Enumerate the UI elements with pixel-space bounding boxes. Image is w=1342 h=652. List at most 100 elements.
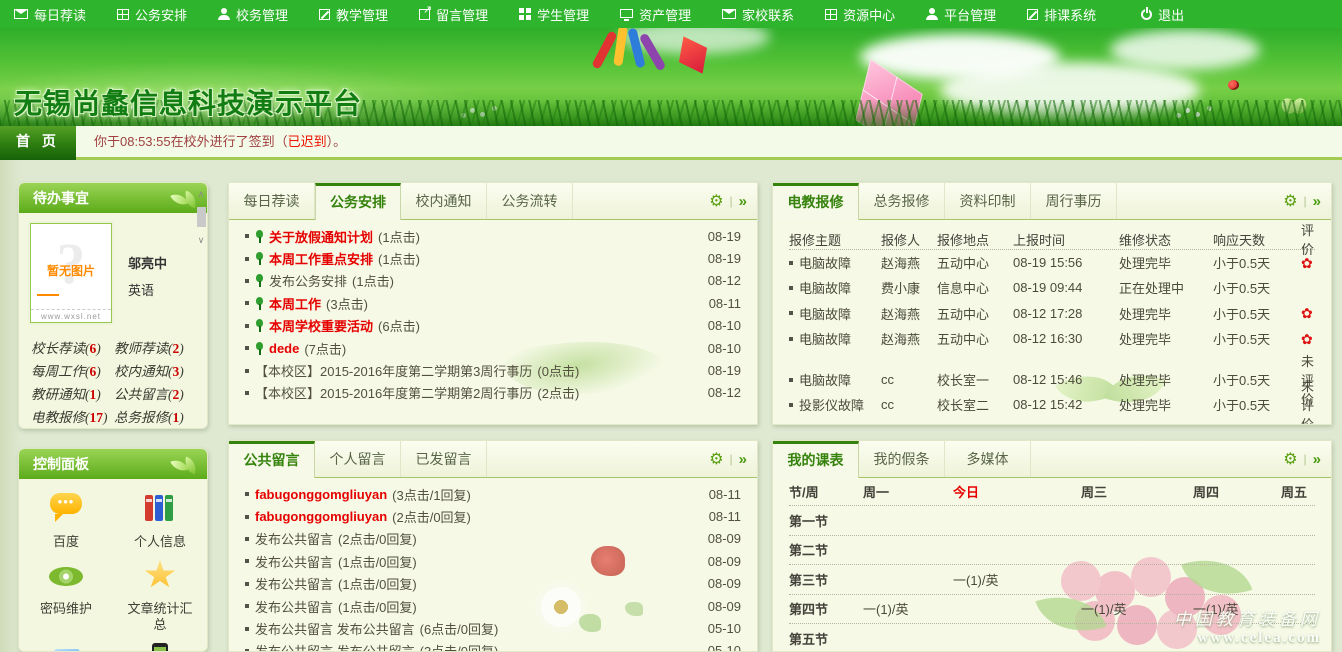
nav-item-user[interactable]: 校务管理 [218,5,288,24]
celea-watermark-name: 中国教育装备网 [1174,605,1321,630]
gear-icon[interactable]: ⚙ [709,191,723,211]
todo-link[interactable]: 教师荐读(2) [114,337,197,357]
bullet-icon [245,582,249,586]
list-item[interactable]: fabugonggomgliuyan(2点击/0回复)08-11 [245,505,741,527]
list-item[interactable]: 发布公共留言 发布公共留言(6点击/0回复)05-10 [245,617,741,639]
news-tab-1[interactable]: 公务安排 [315,183,401,220]
list-item[interactable]: 【本校区】2015-2016年度第二学期第2周行事历(2点击)08-12 [245,382,741,404]
nav-item-grid[interactable]: 资源中心 [825,5,895,24]
repair-row[interactable]: 电脑故障赵海燕五动中心08-12 17:28处理完毕小于0.5天✿ [789,301,1315,326]
gear-icon[interactable]: ⚙ [709,449,723,469]
scroll-up-icon[interactable]: ∧ [194,189,208,199]
more-icon[interactable]: » [1313,451,1319,468]
item-clicks: (2点击/0回复) [338,529,417,548]
repairs-tab-3[interactable]: 周行事历 [1031,183,1117,219]
repairs-tools: ⚙|» [1283,183,1331,219]
repairs-tab-1[interactable]: 总务报修 [859,183,945,219]
profile-info: 邬亮中 英语 [128,223,167,323]
repairs-tab-0[interactable]: 电教报修 [773,183,859,220]
list-item[interactable]: 发布公共留言(1点击/0回复)08-09 [245,550,741,572]
scrollbar-thumb[interactable] [197,207,206,227]
timetable-tab-2[interactable]: 多媒体 [945,441,1031,477]
tab-home[interactable]: 首 页 [0,126,76,160]
timetable-tab-0[interactable]: 我的课表 [773,441,859,478]
nav-item-share[interactable]: 留言管理 [419,5,488,24]
repair-row[interactable]: 电脑故障赵海燕五动中心08-12 16:30处理完毕小于0.5天✿ [789,326,1315,351]
list-item[interactable]: 本周工作重点安排(1点击)08-19 [245,247,741,269]
todo-link[interactable]: 总务报修(1) [114,406,197,426]
repair-place: 五动中心 [937,329,1013,348]
todo-link[interactable]: 校长荐读(6) [31,337,114,357]
nav-item-user[interactable]: 平台管理 [926,5,996,24]
todo-link[interactable]: 校内通知(3) [114,360,197,380]
control-item-star[interactable]: 文章统计汇总 [113,560,207,633]
nav-item-mail[interactable]: 家校联系 [722,5,794,24]
messages-tab-0[interactable]: 公共留言 [229,441,315,478]
blocks-icon [519,8,531,20]
repair-topic-text: 电脑故障 [799,278,851,297]
more-icon[interactable]: » [1313,193,1319,210]
control-item-disc[interactable]: 密码维护 [19,560,113,633]
list-item[interactable]: fabugonggomgliuyan(3点击/1回复)08-11 [245,483,741,505]
repair-row[interactable]: 电脑故障赵海燕五动中心08-19 15:56处理完毕小于0.5天✿ [789,250,1315,275]
list-item[interactable]: 发布公共留言 发布公共留言(3点击/0回复)05-10 [245,640,741,652]
repair-days: 小于0.5天 [1213,278,1301,297]
cloud-decoration [1110,30,1260,70]
grid-icon [825,9,837,20]
nav-item-edit[interactable]: 教学管理 [319,5,388,24]
timetable-row: 第一节 [789,506,1315,536]
todo-link[interactable]: 电教报修(17) [31,406,114,426]
list-item[interactable]: 发布公务安排(1点击)08-12 [245,270,741,292]
more-icon[interactable]: » [739,451,745,468]
messages-tab-2[interactable]: 已发留言 [401,441,487,477]
nav-item-edit[interactable]: 排课系统 [1027,5,1096,24]
list-item[interactable]: 本周学校重要活动(6点击)08-10 [245,315,741,337]
bullet-icon [245,257,249,261]
list-item[interactable]: 发布公共留言(1点击/0回复)08-09 [245,595,741,617]
nav-item-power[interactable]: 退出 [1141,5,1184,24]
nav-item-mail[interactable]: 每日荐读 [14,5,86,24]
item-clicks: (6点击/0回复) [420,619,499,638]
repair-row[interactable]: 电脑故障费小康信息中心08-19 09:44正在处理中小于0.5天 [789,275,1315,300]
list-item[interactable]: 本周工作(3点击)08-11 [245,292,741,314]
news-tab-2[interactable]: 校内通知 [401,183,487,219]
control-item-phone[interactable] [113,643,207,652]
mail-icon [722,9,736,19]
control-item-books[interactable]: 个人信息 [113,493,207,550]
messages-tab-1[interactable]: 个人留言 [315,441,401,477]
sprout-icon [255,342,264,355]
list-item[interactable]: 发布公共留言(1点击/0回复)08-09 [245,573,741,595]
todo-link[interactable]: 公共留言(2) [114,383,197,403]
disc-icon [49,560,83,590]
repair-place: 校长室一 [937,370,1013,389]
nav-item-monitor[interactable]: 资产管理 [620,5,691,24]
scroll-down-icon[interactable]: ∨ [194,235,208,245]
site-title: 无锡尚蠡信息科技演示平台 [14,82,362,122]
list-item[interactable]: 关于放假通知计划(1点击)08-19 [245,225,741,247]
control-item-chat[interactable]: 百度 [19,493,113,550]
repairs-tab-2[interactable]: 资料印制 [945,183,1031,219]
user-icon [218,8,230,20]
repair-person: 赵海燕 [881,253,937,272]
todo-link-count: 2 [173,387,180,402]
control-item-folder[interactable] [19,643,113,652]
todo-link[interactable]: 每周工作(6) [31,360,114,380]
nav-item-blocks[interactable]: 学生管理 [519,5,589,24]
repair-place: 信息中心 [937,278,1013,297]
todo-link[interactable]: 教研通知(1) [31,383,114,403]
list-item[interactable]: 发布公共留言(2点击/0回复)08-09 [245,528,741,550]
todo-scrollbar[interactable]: ∧ ∨ [194,189,208,277]
list-item[interactable]: 【本校区】2015-2016年度第二学期第3周行事历(0点击)08-19 [245,359,741,381]
news-tab-3[interactable]: 公务流转 [487,183,573,219]
timetable-tab-1[interactable]: 我的假条 [859,441,945,477]
nav-item-grid[interactable]: 公务安排 [117,5,187,24]
gear-icon[interactable]: ⚙ [1283,191,1297,211]
profile-photo-placeholder[interactable]: ? 暂无图片 www.wxsl.net [30,223,112,323]
list-item[interactable]: dede(7点击)08-10 [245,337,741,359]
repair-row[interactable]: 电脑故障cc校长室一08-12 15:46处理完毕小于0.5天未评价 [789,351,1315,376]
photo-underline [37,294,59,296]
gear-icon[interactable]: ⚙ [1283,449,1297,469]
more-icon[interactable]: » [739,193,745,210]
repair-topic: 电脑故障 [789,370,881,389]
news-tab-0[interactable]: 每日荐读 [229,183,315,219]
